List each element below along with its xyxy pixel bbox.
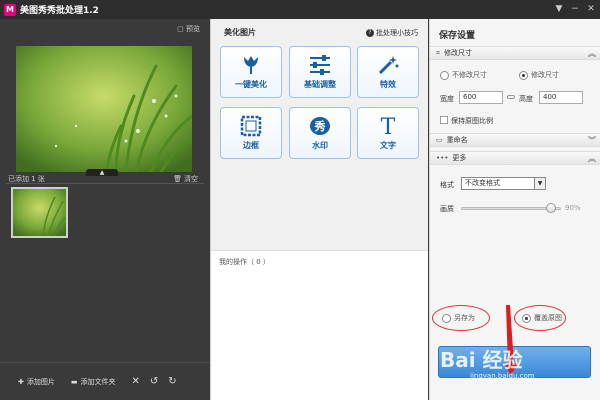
sliders-icon <box>305 53 335 77</box>
keep-ratio-label: 保持原图比例 <box>451 117 493 125</box>
svg-text:秀: 秀 <box>314 119 326 133</box>
watermark-icon: 秀 <box>305 114 335 138</box>
baidu-watermark: Bai 经验 <box>440 348 523 372</box>
operations-panel: 我的操作（ 0 ） <box>211 250 428 400</box>
divider <box>6 183 204 184</box>
quality-label: 画质 <box>440 205 454 213</box>
tool-frame[interactable]: 边框 <box>220 107 282 159</box>
window-title: 美图秀秀批处理1.2 <box>20 6 99 16</box>
format-select[interactable]: 不改变格式 ▼ <box>461 177 546 190</box>
magic-wand-icon <box>373 53 403 77</box>
left-toolbar: ✚ 添加图片 ▬ 添加文件夹 ✕ ↺ ↻ <box>0 362 210 400</box>
tool-auto-beautify[interactable]: 一键美化 <box>220 46 282 98</box>
plus-icon: ✚ <box>18 377 24 386</box>
no-resize-radio[interactable] <box>440 70 449 80</box>
operations-title: 我的操作（ 0 ） <box>219 258 270 266</box>
rotate-left-icon[interactable]: ↺ <box>150 376 158 387</box>
resize-radio[interactable] <box>519 70 528 80</box>
minimize-icon[interactable]: − <box>569 3 581 15</box>
add-folder-button[interactable]: ▬ 添加文件夹 <box>71 377 116 387</box>
no-resize-option[interactable]: 不修改尺寸 <box>440 70 487 80</box>
tips-link[interactable]: ? 批处理小技巧 <box>366 28 418 38</box>
text-icon: T <box>373 114 403 138</box>
tulip-icon <box>236 53 266 77</box>
dropdown-arrow-icon[interactable]: ▼ <box>534 178 545 189</box>
preview-image <box>16 46 192 172</box>
tool-effects[interactable]: 特效 <box>357 46 419 98</box>
crop-icon: ⌗ <box>436 48 440 57</box>
resize-option[interactable]: 修改尺寸 <box>519 70 559 80</box>
save-as-option[interactable]: 另存为 <box>442 313 475 323</box>
help-icon: ? <box>366 29 374 37</box>
tool-watermark[interactable]: 秀 水印 <box>289 107 351 159</box>
title-bar: M 美图秀秀批处理1.2 ▼ − ✕ <box>0 0 600 19</box>
save-settings-title: 保存设置 <box>439 31 476 41</box>
tool-basic-adjust[interactable]: 基础调整 <box>289 46 351 98</box>
save-as-radio[interactable] <box>442 313 451 323</box>
height-label: 高度 <box>519 95 533 103</box>
left-panel: ▢ 预览 ▲ 已添加 1 张 🗑 清空 ✚ 添加图片 ▬ 添加文件夹 ✕ ↺ ↻ <box>0 19 210 400</box>
trash-icon: 🗑 <box>173 175 182 183</box>
link-icon[interactable] <box>507 95 515 99</box>
width-label: 宽度 <box>440 95 454 103</box>
beautify-panel: 美化图片 ? 批处理小技巧 一键美化 基础调整 特效 边框 秀 水印 T 文字 … <box>210 19 428 400</box>
width-input[interactable]: 600 <box>459 91 503 104</box>
add-image-button[interactable]: ✚ 添加图片 <box>18 377 55 387</box>
quality-value: 90% <box>565 204 581 212</box>
rotate-right-icon[interactable]: ↻ <box>168 376 176 387</box>
chevron-up-icon: ︽ <box>588 154 596 163</box>
preview-button[interactable]: ▢ 预览 <box>177 24 200 34</box>
tool-text[interactable]: T 文字 <box>357 107 419 159</box>
more-dots-icon: ••• <box>436 154 449 162</box>
resize-section-header[interactable]: ⌗ 修改尺寸 ︽ <box>430 46 600 60</box>
rename-icon: ▭ <box>436 136 443 144</box>
delete-icon[interactable]: ✕ <box>132 376 140 387</box>
folder-icon: ▬ <box>70 377 78 386</box>
chevron-down-icon: ︾ <box>588 136 596 145</box>
collapse-toggle[interactable]: ▲ <box>86 169 118 176</box>
height-input[interactable]: 400 <box>539 91 583 104</box>
quality-slider-handle[interactable] <box>546 203 556 213</box>
beautify-title: 美化图片 <box>224 28 256 37</box>
rename-section-header[interactable]: ▭ 重命名 ︾ <box>430 133 600 147</box>
baidu-watermark-url: jingyan.baidu.com <box>470 372 535 380</box>
menu-icon[interactable]: ▼ <box>553 3 565 15</box>
keep-ratio-checkbox[interactable] <box>440 116 448 124</box>
chevron-up-icon: ︽ <box>588 49 596 58</box>
close-icon[interactable]: ✕ <box>585 3 597 15</box>
format-label: 格式 <box>440 181 454 189</box>
preview-icon: ▢ <box>177 25 184 33</box>
app-logo-icon: M <box>4 3 16 16</box>
thumbnail[interactable] <box>11 187 68 238</box>
more-section-header[interactable]: ••• 更多 ︽ <box>430 151 600 165</box>
frame-icon <box>236 114 266 138</box>
svg-text:T: T <box>381 115 396 137</box>
